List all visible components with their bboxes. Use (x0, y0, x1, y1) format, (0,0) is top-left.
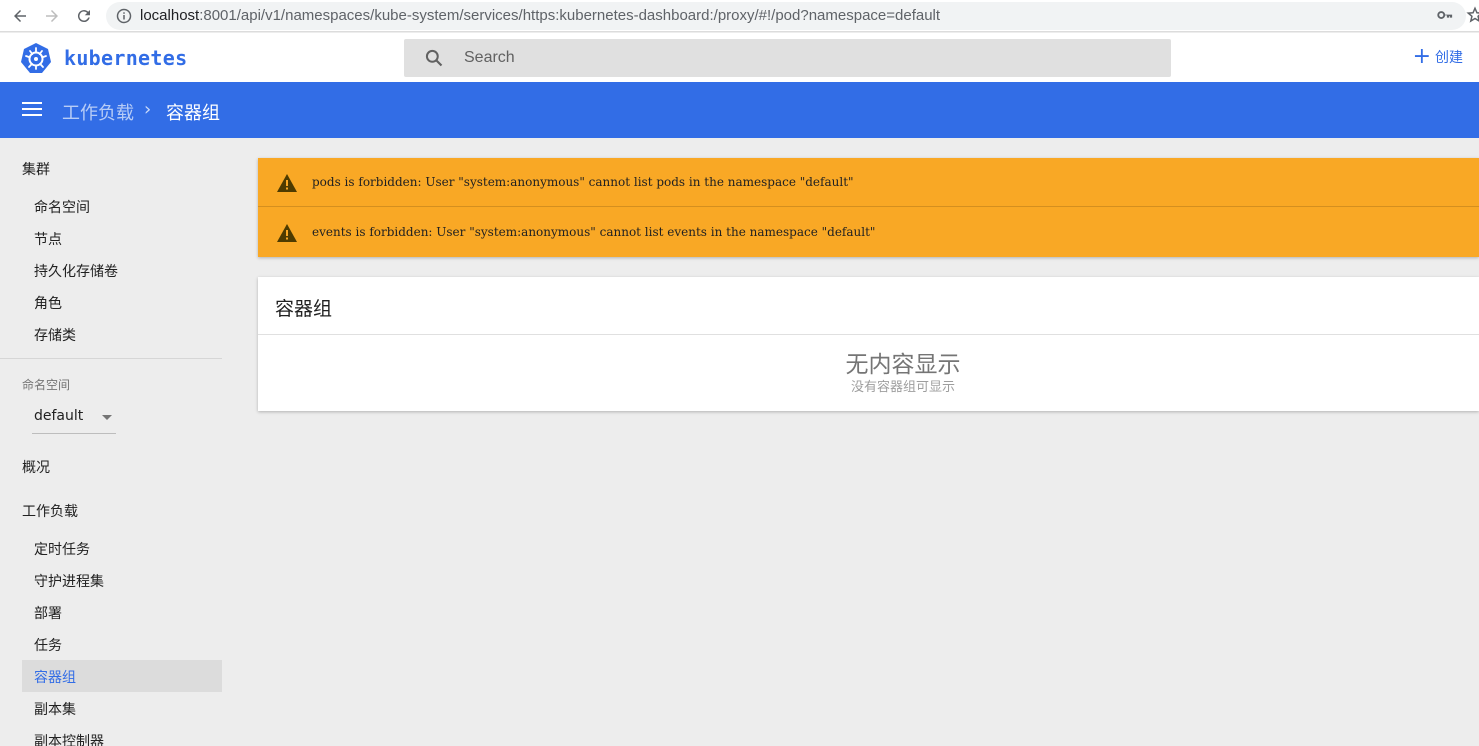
create-label: 创建 (1435, 50, 1463, 66)
card-divider (258, 334, 1479, 335)
sidebar-item-deployments[interactable]: 部署 (34, 603, 62, 623)
namespace-label: 命名空间 (22, 378, 71, 392)
page-toolbar: 工作负载 › 容器组 (0, 82, 1479, 138)
app-header: kubernetes + 创建 (0, 33, 1479, 82)
sidebar-item-daemon-sets[interactable]: 守护进程集 (34, 571, 104, 591)
namespace-value: default (34, 408, 84, 424)
alert-message: events is forbidden: User "system:anonym… (312, 225, 876, 239)
browser-toolbar: localhost:8001/api/v1/namespaces/kube-sy… (0, 0, 1479, 32)
page-title: 容器组 (166, 103, 220, 124)
alert-item: events is forbidden: User "system:anonym… (258, 208, 1479, 257)
sidebar: 集群 命名空间 节点 持久化存储卷 角色 存储类 命名空间 default 概况… (0, 138, 238, 746)
brand-name[interactable]: kubernetes (64, 46, 187, 70)
plus-icon: + (1412, 44, 1431, 69)
address-bar[interactable]: localhost:8001/api/v1/namespaces/kube-sy… (106, 2, 1466, 30)
url-text[interactable]: localhost:8001/api/v1/namespaces/kube-sy… (140, 7, 940, 24)
empty-state-subtitle: 没有容器组可显示 (850, 380, 955, 395)
alert-item: pods is forbidden: User "system:anonymou… (258, 158, 1479, 207)
info-icon[interactable] (116, 8, 132, 24)
sidebar-item-overview[interactable]: 概况 (22, 457, 50, 477)
sidebar-item-persistent-volumes[interactable]: 持久化存储卷 (34, 261, 118, 281)
warning-icon (277, 174, 297, 192)
sidebar-item-storage-classes[interactable]: 存储类 (34, 325, 76, 345)
sidebar-divider (0, 358, 222, 359)
error-alerts: pods is forbidden: User "system:anonymou… (258, 158, 1479, 257)
star-icon[interactable] (1466, 6, 1479, 24)
back-button[interactable] (8, 4, 32, 28)
kubernetes-logo-icon[interactable] (20, 42, 52, 74)
search-icon (425, 49, 443, 67)
sidebar-item-jobs[interactable]: 任务 (34, 635, 62, 655)
empty-state-title: 无内容显示 (845, 352, 961, 378)
search-input[interactable] (464, 47, 1144, 69)
search-bar[interactable] (404, 39, 1171, 77)
url-path: :8001/api/v1/namespaces/kube-system/serv… (199, 7, 941, 24)
forward-button[interactable] (40, 4, 64, 28)
url-host: localhost (140, 7, 200, 24)
card-title: 容器组 (275, 298, 333, 320)
sidebar-item-nodes[interactable]: 节点 (34, 229, 62, 249)
arrow-left-icon (14, 10, 26, 22)
warning-icon (277, 224, 297, 242)
pods-card: 容器组 无内容显示 没有容器组可显示 (258, 277, 1479, 411)
sidebar-heading-workloads[interactable]: 工作负载 (22, 501, 78, 521)
caret-down-icon (102, 415, 112, 420)
menu-icon[interactable] (22, 102, 42, 118)
arrow-right-icon (46, 10, 58, 22)
create-button[interactable]: + 创建 (1412, 44, 1463, 69)
sidebar-item-replication-controllers[interactable]: 副本控制器 (34, 731, 104, 746)
sidebar-item-pods[interactable]: 容器组 (34, 667, 76, 687)
key-icon[interactable] (1436, 6, 1454, 24)
sidebar-heading-cluster[interactable]: 集群 (22, 159, 50, 179)
sidebar-item-cron-jobs[interactable]: 定时任务 (34, 539, 90, 559)
sidebar-item-roles[interactable]: 角色 (34, 293, 62, 313)
breadcrumb-chevron-icon: › (144, 99, 152, 120)
namespace-select[interactable]: default (32, 404, 116, 434)
sidebar-item-replica-sets[interactable]: 副本集 (34, 699, 76, 719)
reload-icon (77, 10, 90, 23)
breadcrumb-workloads[interactable]: 工作负载 (62, 99, 134, 125)
alert-message: pods is forbidden: User "system:anonymou… (312, 175, 854, 189)
reload-button[interactable] (72, 4, 96, 28)
sidebar-item-namespaces[interactable]: 命名空间 (34, 197, 90, 217)
